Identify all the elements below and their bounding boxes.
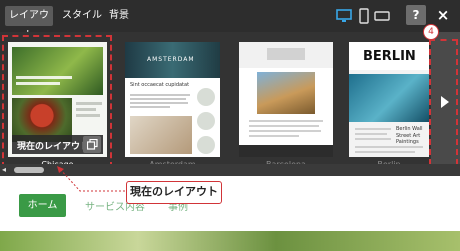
callout-connector: [57, 166, 125, 192]
current-layout-callout: 現在のレイアウト: [126, 181, 222, 204]
